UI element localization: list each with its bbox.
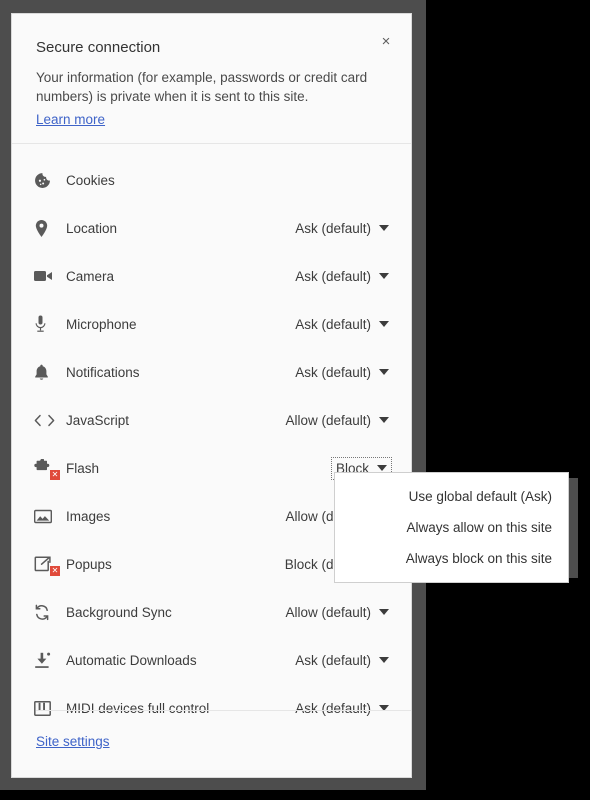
permission-label: Popups (66, 557, 285, 572)
permission-value-text: Allow (default) (285, 605, 371, 620)
permission-row-background-sync[interactable]: Background Sync Allow (default) (12, 588, 411, 636)
permission-label: Flash (66, 461, 334, 476)
permission-value-text: Ask (default) (295, 317, 371, 332)
permission-label: Cookies (66, 173, 389, 188)
site-settings-link[interactable]: Site settings (36, 734, 110, 749)
permission-value-select[interactable]: Ask (default) (295, 365, 389, 380)
permission-value-select[interactable]: Ask (default) (295, 269, 389, 284)
permission-label: Notifications (66, 365, 295, 380)
page-title: Secure connection (36, 38, 387, 58)
menu-item-always-block[interactable]: Always block on this site (335, 543, 568, 574)
permissions-list: Cookies Location Ask (default) (12, 144, 411, 738)
chevron-down-icon (379, 273, 389, 279)
permission-value-select[interactable]: Ask (default) (295, 653, 389, 668)
permission-label: Background Sync (66, 605, 285, 620)
learn-more-link[interactable]: Learn more (36, 112, 105, 127)
permission-value-text: Allow (default) (285, 413, 371, 428)
close-icon[interactable]: × (373, 28, 399, 54)
permission-label: Images (66, 509, 285, 524)
permission-value-select[interactable]: Ask (default) (295, 317, 389, 332)
permission-row-camera[interactable]: Camera Ask (default) (12, 252, 411, 300)
camera-icon (34, 265, 58, 287)
permission-row-automatic-downloads[interactable]: Automatic Downloads Ask (default) (12, 636, 411, 684)
permission-value-text: Ask (default) (295, 653, 371, 668)
flash-permission-dropdown: Use global default (Ask) Always allow on… (334, 472, 569, 583)
microphone-icon (34, 313, 58, 335)
permission-row-cookies[interactable]: Cookies (12, 156, 411, 204)
blocked-badge-icon: ✕ (50, 566, 60, 576)
chevron-down-icon (377, 465, 387, 471)
menu-item-use-global-default[interactable]: Use global default (Ask) (335, 481, 568, 512)
permission-value-text: Ask (default) (295, 221, 371, 236)
chevron-down-icon (379, 417, 389, 423)
blocked-badge-icon: ✕ (50, 470, 60, 480)
permission-label: Microphone (66, 317, 295, 332)
permission-value-select[interactable]: Allow (default) (285, 413, 389, 428)
popup-blocked-icon: ✕ (34, 553, 58, 575)
chevron-down-icon (379, 225, 389, 231)
popup-header: × Secure connection Your information (fo… (12, 14, 411, 143)
image-icon (34, 505, 58, 527)
site-information-popup: × Secure connection Your information (fo… (11, 13, 412, 778)
permission-row-javascript[interactable]: JavaScript Allow (default) (12, 396, 411, 444)
location-pin-icon (34, 217, 58, 239)
chevron-down-icon (379, 657, 389, 663)
permission-value-text: Ask (default) (295, 269, 371, 284)
chevron-down-icon (379, 369, 389, 375)
permission-label: Location (66, 221, 295, 236)
chevron-down-icon (379, 321, 389, 327)
code-brackets-icon (34, 409, 58, 431)
popup-footer: Site settings (12, 710, 411, 777)
permission-value-select[interactable]: Ask (default) (295, 221, 389, 236)
sync-icon (34, 601, 58, 623)
permission-row-location[interactable]: Location Ask (default) (12, 204, 411, 252)
flash-blocked-icon: ✕ (34, 457, 58, 479)
connection-description: Your information (for example, passwords… (36, 68, 381, 106)
menu-item-always-allow[interactable]: Always allow on this site (335, 512, 568, 543)
permission-value-text: Ask (default) (295, 365, 371, 380)
permission-row-notifications[interactable]: Notifications Ask (default) (12, 348, 411, 396)
download-icon (34, 649, 58, 671)
permission-label: Automatic Downloads (66, 653, 295, 668)
permission-row-microphone[interactable]: Microphone Ask (default) (12, 300, 411, 348)
permission-value-select[interactable]: Allow (default) (285, 605, 389, 620)
permission-label: JavaScript (66, 413, 285, 428)
permission-label: Camera (66, 269, 295, 284)
footer-divider (36, 710, 411, 711)
cookie-icon (34, 169, 58, 191)
bell-icon (34, 361, 58, 383)
chevron-down-icon (379, 609, 389, 615)
